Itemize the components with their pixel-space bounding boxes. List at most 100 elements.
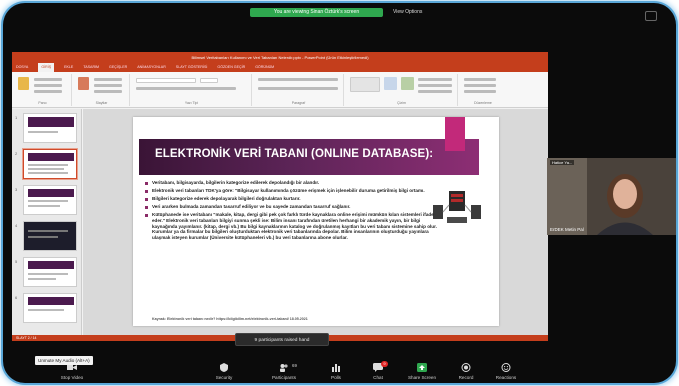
ppt-ribbon: Pano Slaytlar Yazı Tipi Paragraf Çizim D… bbox=[12, 72, 548, 108]
security-button[interactable]: Security bbox=[201, 359, 247, 383]
screen-share-banner[interactable]: You are viewing Sinan Öztürk's screen bbox=[250, 8, 383, 17]
quick-styles-icon[interactable] bbox=[401, 77, 414, 90]
view-options-button[interactable]: View Options bbox=[393, 8, 422, 17]
current-slide[interactable]: ELEKTRONİK VERİ TABANI (ONLINE DATABASE)… bbox=[133, 117, 499, 326]
participant-video-image bbox=[547, 158, 676, 235]
slide-thumbnail-2[interactable] bbox=[23, 149, 77, 179]
slide-bullets: Veritabanı, bilgisayarda, bilgilerin kat… bbox=[145, 180, 439, 243]
raised-hand-notification[interactable]: 9 participants raised hand bbox=[235, 333, 329, 346]
ribbon-label-yazi-tipi: Yazı Tipi bbox=[184, 101, 199, 105]
tab-gozden-gecir[interactable]: GÖZDEN GEÇİR bbox=[217, 63, 245, 72]
shapes-gallery[interactable] bbox=[350, 77, 380, 92]
slide-bullet-1: Veritabanı, bilgisayarda, bilgilerin kat… bbox=[145, 180, 439, 186]
ribbon-group-slaytlar: Slaytlar bbox=[74, 74, 130, 106]
font-size-select[interactable] bbox=[200, 78, 218, 83]
slide-number-4: 4 bbox=[15, 223, 18, 228]
slide-source-footer: Kaynak: Elektronik veri tabanı nedir? ht… bbox=[152, 317, 308, 321]
slide-bullet-2: Elektronik veri tabanları TDK'ya göre: "… bbox=[145, 188, 439, 194]
chat-button[interactable]: 9 Chat bbox=[355, 359, 401, 383]
slide-thumbnail-3[interactable] bbox=[23, 185, 77, 215]
shield-icon bbox=[220, 363, 228, 372]
slide-number-6: 6 bbox=[15, 295, 18, 300]
paste-icon[interactable] bbox=[18, 77, 29, 90]
cut-button[interactable] bbox=[34, 78, 62, 81]
slide-thumbnails-pane: 1 2 3 4 5 6 bbox=[12, 109, 82, 335]
slide-bullet-5: Kütüphanede ise veritabanı "makale, kita… bbox=[145, 212, 439, 241]
polls-button[interactable]: Polls bbox=[313, 359, 359, 383]
tab-dosya[interactable]: DOSYA bbox=[16, 63, 28, 72]
participants-button[interactable]: 69 Participants bbox=[261, 359, 307, 383]
slide-title: ELEKTRONİK VERİ TABANI (ONLINE DATABASE)… bbox=[155, 148, 434, 160]
ribbon-group-cizim: Çizim bbox=[346, 74, 458, 106]
tab-animasyonlar[interactable]: ANİMASYONLAR bbox=[137, 63, 166, 72]
slide-accent-shape bbox=[445, 117, 465, 151]
shared-powerpoint-window: Bilimsel Veritabanları Kullanımı ve Veri… bbox=[12, 52, 548, 341]
ribbon-label-pano: Pano bbox=[38, 101, 47, 105]
slide-editing-area: ELEKTRONİK VERİ TABANI (ONLINE DATABASE)… bbox=[83, 109, 548, 335]
section-button[interactable] bbox=[94, 90, 122, 93]
tab-slayt-gosterisi[interactable]: SLAYT GÖSTERİSİ bbox=[176, 63, 208, 72]
chat-unread-badge: 9 bbox=[381, 361, 388, 367]
layout-button[interactable] bbox=[94, 78, 122, 81]
new-slide-icon[interactable] bbox=[78, 77, 89, 90]
participant-name-top: Hatice Ya... bbox=[550, 160, 575, 165]
stop-video-label: Stop Video bbox=[60, 375, 84, 380]
tab-ekle[interactable]: EKLE bbox=[64, 63, 73, 72]
slide-number-2: 2 bbox=[15, 151, 18, 156]
slide-number-3: 3 bbox=[15, 187, 18, 192]
ribbon-group-yazi-tipi: Yazı Tipi bbox=[132, 74, 252, 106]
select-button[interactable] bbox=[464, 90, 496, 93]
participant-video-tile[interactable]: Hatice Ya... ErDEK Metin Pal bbox=[547, 158, 676, 235]
record-icon bbox=[461, 363, 471, 372]
ribbon-label-paragraf: Paragraf bbox=[291, 101, 306, 105]
slide-thumbnail-5[interactable] bbox=[23, 257, 77, 287]
polls-label: Polls bbox=[331, 375, 341, 380]
share-screen-label: Share Screen bbox=[407, 375, 437, 380]
slide-bullet-4: Veri ararken bulmada zamandan tasarruf e… bbox=[145, 204, 439, 210]
reset-button[interactable] bbox=[94, 84, 122, 87]
ribbon-group-paragraf: Paragraf bbox=[254, 74, 344, 106]
slide-counter: SLAYT 2 / 14 bbox=[16, 336, 37, 340]
fullscreen-icon[interactable] bbox=[645, 11, 657, 21]
meeting-toolbar: Stop Video Security 69 Participants Poll… bbox=[23, 359, 663, 383]
reactions-icon bbox=[501, 363, 511, 372]
font-name-select[interactable] bbox=[136, 78, 196, 83]
polls-icon bbox=[332, 364, 340, 372]
reactions-button[interactable]: Reactions bbox=[483, 359, 529, 383]
screen: You are viewing Sinan Öztürk's screen Vi… bbox=[0, 0, 679, 386]
find-button[interactable] bbox=[464, 78, 496, 81]
tab-gecisler[interactable]: GEÇİŞLER bbox=[109, 63, 127, 72]
slide-thumbnail-4[interactable] bbox=[23, 221, 77, 251]
align-buttons[interactable] bbox=[258, 87, 338, 90]
list-buttons[interactable] bbox=[258, 78, 338, 81]
video-camera-icon bbox=[67, 365, 77, 370]
shape-effects-button[interactable] bbox=[418, 90, 452, 93]
shape-fill-button[interactable] bbox=[418, 78, 452, 81]
share-screen-icon bbox=[417, 363, 427, 372]
slide-number-5: 5 bbox=[15, 259, 18, 264]
tab-gorunum[interactable]: GÖRÜNÜM bbox=[255, 63, 274, 72]
reactions-label: Reactions bbox=[495, 375, 517, 380]
font-format-buttons[interactable] bbox=[136, 87, 236, 90]
slide-bullet-3: Bilgileri kategorize ederek depolayarak … bbox=[145, 196, 439, 202]
shape-outline-button[interactable] bbox=[418, 84, 452, 87]
copy-button[interactable] bbox=[34, 84, 62, 87]
replace-button[interactable] bbox=[464, 84, 496, 87]
slide-thumbnail-1[interactable] bbox=[23, 113, 77, 143]
meeting-window: You are viewing Sinan Öztürk's screen Vi… bbox=[3, 3, 676, 383]
participants-count: 69 bbox=[292, 363, 297, 368]
share-screen-button[interactable]: Share Screen bbox=[399, 359, 445, 383]
ppt-ribbon-tabs: DOSYA GİRİŞ EKLE TASARIM GEÇİŞLER ANİMAS… bbox=[12, 63, 548, 72]
arrange-icon[interactable] bbox=[384, 77, 397, 90]
slide-thumbnail-6[interactable] bbox=[23, 293, 77, 323]
ribbon-group-pano: Pano bbox=[14, 74, 72, 106]
tab-giris[interactable]: GİRİŞ bbox=[38, 63, 55, 72]
participants-icon bbox=[280, 364, 288, 372]
ribbon-label-cizim: Çizim bbox=[397, 101, 406, 105]
tab-tasarim[interactable]: TASARIM bbox=[83, 63, 99, 72]
stop-video-button[interactable]: Stop Video bbox=[49, 359, 95, 383]
slide-number-1: 1 bbox=[15, 115, 18, 120]
security-label: Security bbox=[215, 375, 233, 380]
format-painter-button[interactable] bbox=[34, 90, 62, 93]
chat-label: Chat bbox=[373, 375, 383, 380]
